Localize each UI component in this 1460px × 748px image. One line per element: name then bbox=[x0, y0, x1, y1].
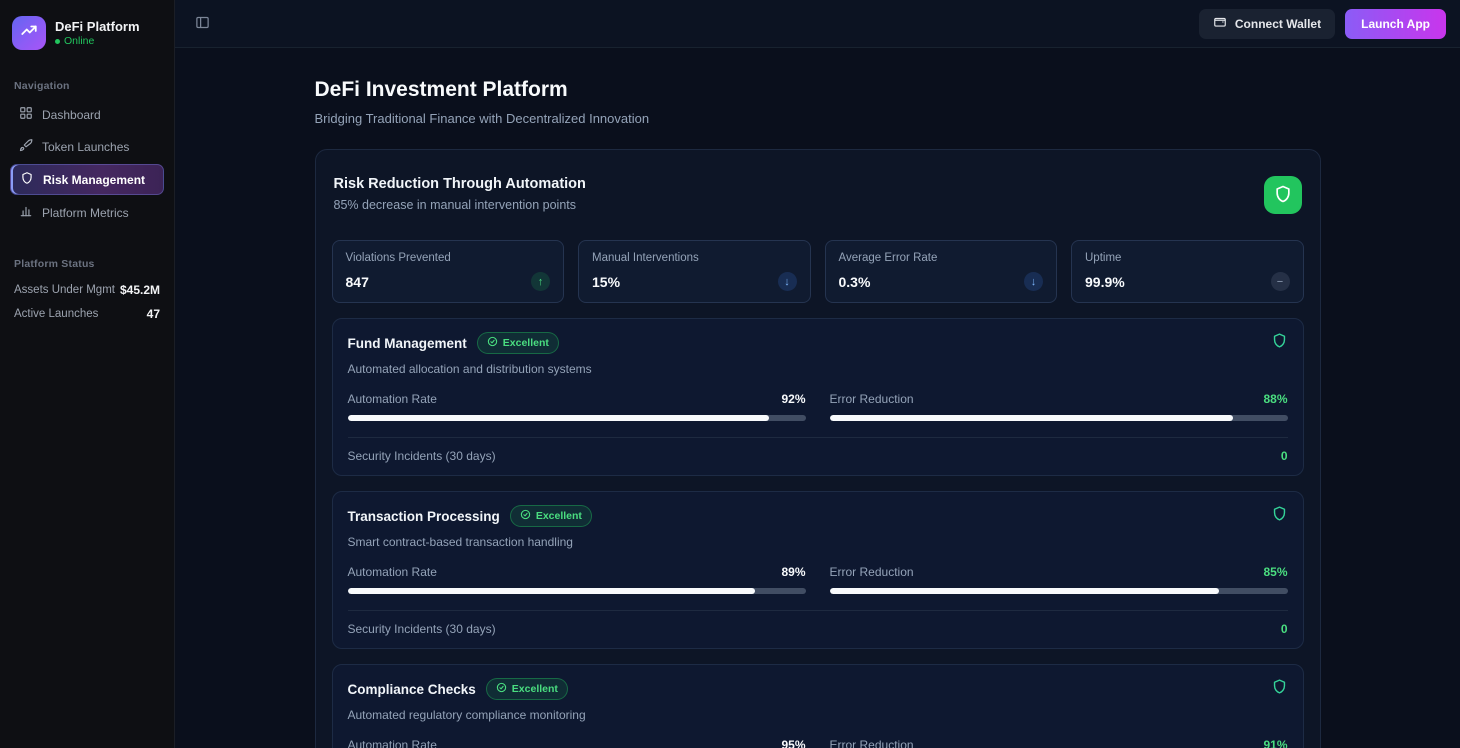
subsystem-title: Fund Management bbox=[348, 336, 467, 351]
sidebar-item-token-launches[interactable]: Token Launches bbox=[10, 132, 164, 161]
automation-rate-bar bbox=[348, 588, 806, 594]
error-reduction-label: Error Reduction bbox=[830, 392, 914, 406]
minus-icon: − bbox=[1271, 272, 1290, 291]
risk-card-subtitle: 85% decrease in manual intervention poin… bbox=[334, 198, 586, 212]
active-launches-value: 47 bbox=[147, 307, 160, 321]
rocket-icon bbox=[19, 138, 33, 155]
bar-chart-icon bbox=[19, 204, 33, 221]
status-section-label: Platform Status bbox=[14, 258, 160, 270]
incidents-value: 0 bbox=[1281, 449, 1288, 463]
assets-under-mgmt-value: $45.2M bbox=[120, 283, 160, 297]
shield-icon bbox=[1271, 332, 1288, 354]
stat-value: 847 bbox=[346, 274, 369, 290]
error-reduction-value: 85% bbox=[1263, 565, 1287, 579]
page-title: DeFi Investment Platform bbox=[315, 78, 1321, 102]
shield-icon bbox=[1271, 678, 1288, 700]
stat-value: 99.9% bbox=[1085, 274, 1125, 290]
stat-value: 0.3% bbox=[839, 274, 871, 290]
error-reduction-label: Error Reduction bbox=[830, 565, 914, 579]
error-reduction-bar bbox=[830, 415, 1288, 421]
shield-icon bbox=[1271, 505, 1288, 527]
check-circle-icon bbox=[487, 336, 498, 350]
sidebar-item-platform-metrics[interactable]: Platform Metrics bbox=[10, 198, 164, 227]
shield-icon bbox=[20, 171, 34, 188]
security-incidents-row: Security Incidents (30 days) 0 bbox=[348, 437, 1288, 463]
subsystem-description: Automated regulatory compliance monitori… bbox=[348, 708, 1288, 722]
app-root: DeFi Platform Online Navigation Dashboar… bbox=[0, 0, 1460, 748]
arrow-down-icon: ↓ bbox=[778, 272, 797, 291]
sidebar-toggle-button[interactable] bbox=[189, 11, 215, 37]
automation-rate-value: 89% bbox=[781, 565, 805, 579]
assets-under-mgmt-row: Assets Under Mgmt $45.2M bbox=[10, 278, 164, 302]
status-badge: Excellent bbox=[486, 678, 568, 700]
subsystem-description: Smart contract-based transaction handlin… bbox=[348, 535, 1288, 549]
automation-rate-bar bbox=[348, 415, 806, 421]
subsystem-title: Transaction Processing bbox=[348, 509, 500, 524]
brand-name: DeFi Platform bbox=[55, 19, 140, 35]
subsystem-title: Compliance Checks bbox=[348, 682, 476, 697]
automation-rate-label: Automation Rate bbox=[348, 565, 437, 579]
topbar: Connect Wallet Launch App bbox=[175, 0, 1460, 48]
subsystem-card-compliance-checks: Compliance Checks Excellent Automated re… bbox=[332, 664, 1304, 748]
stat-manual-interventions: Manual Interventions 15% ↓ bbox=[578, 240, 811, 303]
main-content: DeFi Investment Platform Bridging Tradit… bbox=[175, 48, 1460, 748]
error-reduction-value: 91% bbox=[1263, 738, 1287, 748]
automation-rate-label: Automation Rate bbox=[348, 738, 437, 748]
nav-section-label: Navigation bbox=[14, 80, 160, 92]
online-dot-icon bbox=[55, 39, 60, 44]
wallet-icon bbox=[1213, 15, 1227, 32]
automation-rate-value: 92% bbox=[781, 392, 805, 406]
error-reduction-label: Error Reduction bbox=[830, 738, 914, 748]
stats-grid: Violations Prevented 847 ↑ Manual Interv… bbox=[332, 240, 1304, 303]
shield-icon bbox=[1273, 184, 1293, 207]
online-status: Online bbox=[55, 35, 140, 47]
risk-shield-button[interactable] bbox=[1264, 176, 1302, 214]
trending-up-icon bbox=[20, 22, 38, 45]
risk-card-title: Risk Reduction Through Automation bbox=[334, 176, 586, 192]
incidents-value: 0 bbox=[1281, 622, 1288, 636]
launch-app-button[interactable]: Launch App bbox=[1345, 9, 1446, 39]
sidebar: DeFi Platform Online Navigation Dashboar… bbox=[0, 0, 175, 748]
brand-logo bbox=[12, 16, 46, 50]
stat-violations-prevented: Violations Prevented 847 ↑ bbox=[332, 240, 565, 303]
stat-average-error-rate: Average Error Rate 0.3% ↓ bbox=[825, 240, 1058, 303]
sidebar-item-risk-management[interactable]: Risk Management bbox=[10, 164, 164, 195]
subsystem-card-fund-management: Fund Management Excellent Automated allo… bbox=[332, 318, 1304, 476]
stat-value: 15% bbox=[592, 274, 620, 290]
check-circle-icon bbox=[496, 682, 507, 696]
check-circle-icon bbox=[520, 509, 531, 523]
arrow-up-icon: ↑ bbox=[531, 272, 550, 291]
stat-uptime: Uptime 99.9% − bbox=[1071, 240, 1304, 303]
automation-rate-value: 95% bbox=[781, 738, 805, 748]
status-badge: Excellent bbox=[477, 332, 559, 354]
error-reduction-value: 88% bbox=[1263, 392, 1287, 406]
active-launches-row: Active Launches 47 bbox=[10, 302, 164, 326]
subsystem-description: Automated allocation and distribution sy… bbox=[348, 362, 1288, 376]
right-column: Connect Wallet Launch App DeFi Investmen… bbox=[175, 0, 1460, 748]
panel-left-icon bbox=[195, 15, 210, 33]
automation-rate-label: Automation Rate bbox=[348, 392, 437, 406]
page-subtitle: Bridging Traditional Finance with Decent… bbox=[315, 111, 1321, 126]
dashboard-grid-icon bbox=[19, 106, 33, 123]
security-incidents-row: Security Incidents (30 days) 0 bbox=[348, 610, 1288, 636]
status-badge: Excellent bbox=[510, 505, 592, 527]
subsystem-card-transaction-processing: Transaction Processing Excellent Smart c… bbox=[332, 491, 1304, 649]
error-reduction-bar bbox=[830, 588, 1288, 594]
connect-wallet-button[interactable]: Connect Wallet bbox=[1199, 9, 1335, 39]
risk-reduction-card: Risk Reduction Through Automation 85% de… bbox=[315, 149, 1321, 748]
brand: DeFi Platform Online bbox=[10, 12, 164, 66]
arrow-down-icon: ↓ bbox=[1024, 272, 1043, 291]
sidebar-item-dashboard[interactable]: Dashboard bbox=[10, 100, 164, 129]
